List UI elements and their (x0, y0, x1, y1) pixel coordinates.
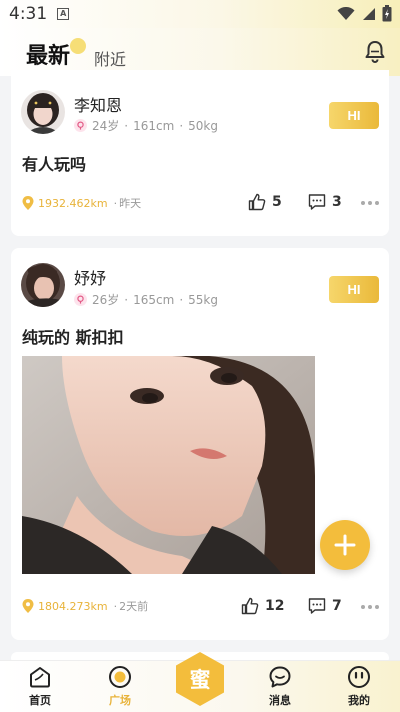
meta-separator: · (124, 118, 129, 133)
add-post-button[interactable] (320, 520, 370, 570)
post-text: 纯玩的 斯扣扣 (22, 328, 124, 347)
tab-latest[interactable]: 最新 (26, 38, 70, 70)
comment-count: 7 (332, 598, 342, 614)
nav-square[interactable]: 广场 (90, 665, 150, 708)
user-weight: 55kg (188, 292, 218, 307)
tab-indicator-dot (70, 38, 86, 54)
meta-separator: · (113, 599, 118, 613)
comment-button[interactable]: 3 (308, 193, 342, 211)
location-row: 1804.273km · 2天前 (22, 598, 148, 614)
status-bar: 4:31 A (0, 0, 400, 28)
more-options-icon[interactable] (361, 201, 379, 205)
nav-center-label: 蜜 (189, 668, 211, 692)
comment-icon (308, 194, 326, 210)
square-icon (109, 666, 131, 688)
top-header: 最新 附近 (0, 28, 400, 76)
avatar[interactable] (21, 90, 65, 134)
profile-face-icon (348, 666, 370, 688)
like-button[interactable]: 5 (248, 193, 282, 211)
nav-mine[interactable]: 我的 (329, 665, 389, 708)
distance: 1932.462km (38, 196, 108, 210)
post-card[interactable]: 李知恩 24岁 · 161cm · 50kg HI 有人玩吗 1932.462k… (11, 70, 389, 236)
location-row: 1932.462km · 昨天 (22, 195, 141, 211)
female-icon (74, 119, 87, 132)
bottom-nav: 首页 广场 蜜 消息 我的 (0, 652, 400, 712)
more-options-icon[interactable] (361, 605, 379, 609)
home-icon (30, 667, 50, 688)
username[interactable]: 李知恩 (74, 92, 122, 116)
meta-separator: · (113, 196, 118, 210)
nav-messages[interactable]: 消息 (250, 665, 310, 708)
user-age: 24岁 (92, 119, 120, 133)
location-pin-icon (22, 196, 34, 210)
nav-home[interactable]: 首页 (10, 665, 70, 708)
comment-button[interactable]: 7 (308, 597, 342, 615)
hi-button[interactable]: HI (329, 102, 379, 129)
bell-icon[interactable] (364, 39, 386, 63)
status-time: 4:31 (9, 4, 48, 24)
distance: 1804.273km (38, 599, 108, 613)
post-time: 2天前 (119, 600, 149, 613)
post-card[interactable]: 妤妤 26岁 · 165cm · 55kg HI 纯玩的 斯扣扣 1804.27… (11, 248, 389, 640)
nav-home-label: 首页 (29, 694, 51, 707)
post-text: 有人玩吗 (22, 155, 87, 174)
meta-separator: · (179, 118, 184, 133)
chat-bubble-icon (269, 666, 291, 688)
like-button[interactable]: 12 (241, 597, 284, 615)
thumbs-up-icon (241, 597, 259, 615)
wifi-icon (337, 6, 355, 20)
user-age: 26岁 (92, 293, 120, 307)
like-count: 5 (272, 194, 282, 210)
hi-button[interactable]: HI (329, 276, 379, 303)
post-time: 昨天 (119, 197, 142, 210)
location-pin-icon (22, 599, 34, 613)
avatar[interactable] (21, 263, 65, 307)
thumbs-up-icon (248, 193, 266, 211)
notification-icon: A (57, 8, 70, 20)
user-meta: 24岁 · 161cm · 50kg (74, 117, 218, 134)
user-height: 165cm (133, 292, 175, 307)
post-photo[interactable] (22, 356, 315, 574)
tab-nearby[interactable]: 附近 (94, 46, 126, 70)
nav-square-label: 广场 (109, 694, 131, 707)
status-icons (337, 5, 392, 22)
user-weight: 50kg (188, 118, 218, 133)
female-icon (74, 293, 87, 306)
nav-mine-label: 我的 (348, 694, 370, 707)
user-height: 161cm (133, 118, 175, 133)
plus-icon (334, 534, 356, 556)
nav-center-button[interactable]: 蜜 (174, 651, 226, 707)
meta-separator: · (179, 292, 184, 307)
comment-count: 3 (332, 194, 342, 210)
nav-messages-label: 消息 (269, 694, 291, 707)
comment-icon (308, 598, 326, 614)
battery-icon (382, 5, 392, 22)
like-count: 12 (265, 598, 285, 614)
signal-icon (363, 7, 375, 20)
meta-separator: · (124, 292, 129, 307)
user-meta: 26岁 · 165cm · 55kg (74, 291, 218, 308)
username[interactable]: 妤妤 (74, 265, 106, 289)
